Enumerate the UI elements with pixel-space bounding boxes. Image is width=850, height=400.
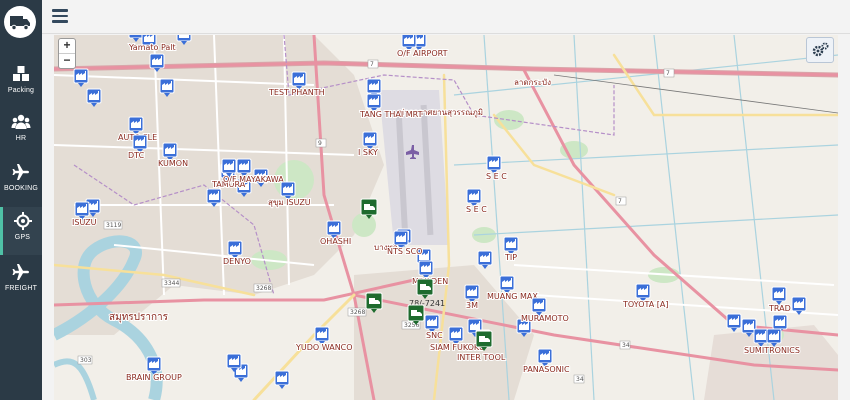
sidebar-item-hr[interactable]: HR [0, 108, 42, 156]
sidebar-item-label: Packing [7, 87, 35, 94]
hamburger-menu-icon[interactable] [52, 9, 68, 23]
truck-logo-icon [10, 16, 30, 31]
sidebar-item-gps[interactable]: GPS [0, 207, 42, 255]
zoom-in-button[interactable]: + [59, 39, 75, 54]
road-number: 7 [666, 70, 670, 77]
factory-label: Yamato Palt [128, 43, 176, 52]
factory-label: I SKY [358, 148, 378, 157]
crosshair-icon [13, 212, 32, 230]
factory-label: OHASHI [320, 237, 351, 246]
sidebar-item-packing[interactable]: Packing [0, 60, 42, 108]
factory-label: สุขุม ISUZU [268, 198, 311, 207]
factory-label: DENYO [223, 257, 251, 266]
factory-label: 3M [466, 301, 478, 310]
sidebar-item-label: BOOKING [3, 185, 39, 192]
factory-label: S E C [466, 205, 487, 214]
factory-label: MURAMOTO [521, 314, 569, 323]
factory-label: TANG THAI MRT [359, 110, 423, 119]
road-number: 3119 [106, 222, 121, 229]
road-number: 3268 [256, 285, 271, 292]
factory-label: ISUZU [72, 218, 97, 227]
factory-label: PANASONIC [523, 365, 570, 374]
sidebar-item-label: FREIGHT [4, 285, 38, 292]
road-number: 303 [80, 357, 92, 364]
factory-label: O/F MAYAKAWA [223, 175, 284, 184]
factory-label: TRAD [768, 304, 791, 313]
zoom-out-button[interactable]: − [59, 54, 75, 68]
factory-label: TOYOTA [A] [622, 300, 669, 309]
road-number: 9 [318, 140, 322, 147]
road-number: 34 [576, 376, 584, 383]
factory-label: DTC [128, 151, 145, 160]
factory-label: SNC [426, 331, 443, 340]
factory-label: BRAIN GROUP [126, 373, 182, 382]
users-icon [11, 114, 31, 129]
sidebar-item-freight[interactable]: FREIGHT [0, 258, 42, 306]
factory-label: SUMITRONICS [744, 346, 800, 355]
layers-settings-button[interactable] [806, 37, 834, 63]
plane-icon [12, 164, 29, 180]
top-bar [42, 0, 850, 34]
factory-label: INTER TOOL [457, 353, 506, 362]
gears-icon [812, 42, 829, 57]
road-number: 3344 [164, 280, 179, 287]
plane-icon [12, 264, 29, 280]
factory-label: S E C [486, 172, 507, 181]
factory-label: TEST PHANTH [268, 88, 325, 97]
sidebar: Packing HR BOOKING GPS FREIGHT [0, 0, 42, 400]
cubes-icon [13, 66, 29, 81]
sidebar-item-label: GPS [14, 234, 31, 241]
factory-label: KUMON [158, 159, 188, 168]
factory-label: NTS SCO [387, 247, 422, 256]
sidebar-item-booking[interactable]: BOOKING [0, 158, 42, 206]
factory-label: O/F AIRPORT [397, 49, 448, 58]
map-view[interactable]: 7 7 9 3268 3268 3344 34 34 303 3256 3119… [54, 35, 838, 400]
road-number: 7 [370, 61, 374, 68]
factory-label: MUANG MAX [487, 292, 538, 301]
factory-label: YUDO WANCO [295, 343, 353, 352]
factory-label: TIP [504, 253, 517, 262]
sidebar-item-label: HR [15, 135, 27, 142]
place-label: สมุทรปราการ [109, 312, 169, 323]
zoom-control: + − [58, 38, 76, 69]
place-label: ลาดกระบัง [514, 78, 551, 87]
road-number: 3268 [350, 309, 365, 316]
road-number: 34 [622, 342, 630, 349]
map-canvas: 7 7 9 3268 3268 3344 34 34 303 3256 3119… [54, 35, 838, 400]
app-logo[interactable] [4, 6, 36, 38]
